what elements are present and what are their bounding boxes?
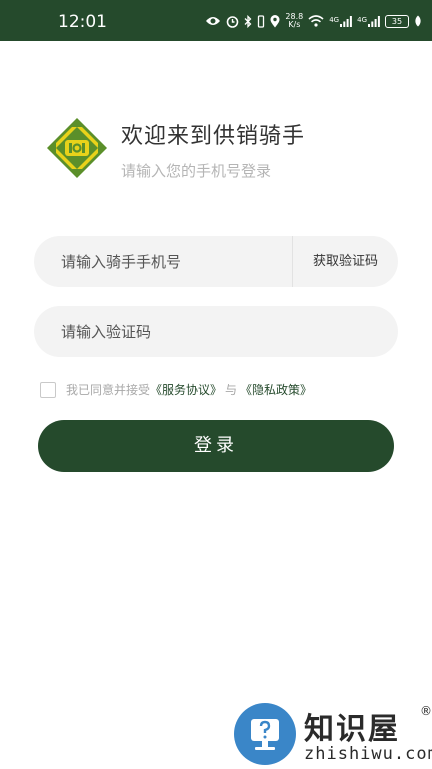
status-icons: 28.8 K/s 4G 4G 35 <box>205 10 422 32</box>
eye-icon <box>206 17 221 25</box>
verification-code-input[interactable] <box>61 306 371 357</box>
question-monitor-icon <box>251 719 279 750</box>
verification-code-field <box>34 306 398 357</box>
service-agreement-link[interactable]: 《服务协议》 <box>150 381 222 398</box>
bluetooth-icon <box>244 14 252 28</box>
watermark: 知识屋 ® zhishiwu.com <box>232 700 432 768</box>
signal-label: 4G <box>357 15 367 24</box>
agree-prefix: 我已同意并接受 <box>66 383 151 397</box>
status-time: 12:01 <box>58 12 107 32</box>
signal-icon: 4G <box>357 15 380 27</box>
network-speed-unit: K/s <box>288 20 301 29</box>
alarm-icon <box>227 15 239 28</box>
signal-label: 4G <box>329 15 340 24</box>
watermark-badge <box>234 703 296 765</box>
wifi-icon <box>308 15 324 27</box>
co-op-logo-icon <box>47 118 107 178</box>
vibrate-icon <box>258 14 265 28</box>
signal-icon: 4G <box>329 15 353 27</box>
welcome-title: 欢迎来到供销骑手 <box>121 124 306 149</box>
battery-icon: 35 <box>385 14 409 28</box>
watermark-domain: zhishiwu.com <box>304 744 432 764</box>
phone-field: 获取验证码 <box>34 236 398 287</box>
agreement-row: 我已同意并接受 《服务协议》 与 《隐私政策》 <box>40 381 312 398</box>
watermark-brand: 知识屋 <box>304 712 400 747</box>
status-bar: 12:01 28.8 K/s 4G 4G 35 <box>0 0 432 41</box>
welcome-subtitle: 请输入您的手机号登录 <box>121 162 272 180</box>
network-speed: 28.8 K/s <box>285 13 303 29</box>
location-icon <box>270 14 280 27</box>
agree-and-text: 与 <box>225 383 238 397</box>
registered-mark: ® <box>420 704 432 718</box>
get-code-button[interactable]: 获取验证码 <box>293 236 398 287</box>
phone-input[interactable] <box>61 236 281 287</box>
privacy-policy-link[interactable]: 《隐私政策》 <box>240 381 312 398</box>
leaf-icon <box>415 15 421 27</box>
agree-checkbox[interactable] <box>40 381 56 398</box>
login-button[interactable]: 登录 <box>38 420 394 472</box>
